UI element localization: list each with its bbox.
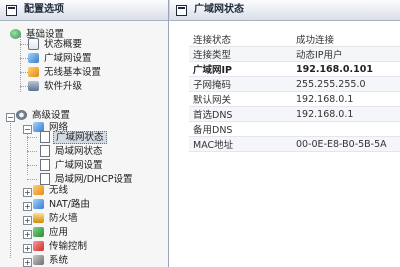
row-value [292,121,400,137]
row-key: 广域网IP [189,61,292,77]
transfer-control-icon [33,240,44,251]
expand-firewall-toggle[interactable]: + [23,216,32,225]
config-options-title: 配置选项 [24,4,64,15]
config-options-header: 配置选项 [0,0,168,21]
table-row: 首选DNS 192.168.0.1 [189,106,400,122]
system-icon [33,254,44,265]
row-key: MAC地址 [189,136,292,152]
row-value: 192.168.0.1 [292,91,400,107]
config-tree: 基础设置 状态概要 广域网设置 无线基本设置 软件升级 − 高级设置 − 网络 … [0,22,168,267]
row-key: 连接状态 [189,32,292,47]
tree-line [10,118,11,258]
window-icon [6,5,17,16]
tree-item-firmware-upgrade[interactable]: 软件升级 [28,80,84,93]
row-key: 默认网关 [189,91,292,107]
page-icon [40,172,50,185]
tree-item-wan-status[interactable]: 广域网状态 [40,130,107,144]
expand-system-toggle[interactable]: + [23,258,32,267]
row-value: 192.168.0.1 [292,106,400,122]
wan-status-table: 连接状态 成功连接 连接类型 动态IP用户 广域网IP 192.168.0.10… [189,32,400,152]
window-icon [176,5,187,16]
routing-icon [33,198,44,209]
tree-line [27,165,37,166]
tree-line [27,137,37,138]
tree-node-wireless[interactable]: 无线 [33,184,70,197]
wan-status-panel: 广域网状态 连接状态 成功连接 连接类型 动态IP用户 广域网IP 192.16… [169,0,400,267]
row-value: 192.168.0.101 [292,61,400,77]
firewall-icon [33,212,44,223]
tree-node-system[interactable]: 系统 [33,254,70,267]
row-key: 连接类型 [189,46,292,62]
wireless-icon [28,66,39,77]
tree-item-lan-status[interactable]: 局域网状态 [40,144,105,158]
page-icon [40,130,50,143]
wireless-icon [33,184,44,195]
table-row: MAC地址 00-0E-E8-B0-5B-5A [189,136,400,152]
tree-line [20,72,28,73]
table-row: 广域网IP 192.168.0.101 [189,61,400,77]
tree-item-status-summary[interactable]: 状态概要 [28,37,84,51]
tree-node-nat-routing[interactable]: NAT/路由 [33,198,92,211]
collapse-network-toggle[interactable]: − [23,125,32,134]
wan-status-header: 广域网状态 [169,0,400,21]
network-icon [28,52,39,63]
page-icon [40,158,50,171]
wan-status-title: 广域网状态 [194,4,244,15]
config-options-panel: 配置选项 基础设置 状态概要 广域网设置 无线基本设置 软件升级 − 高级设置 … [0,0,169,267]
tree-node-firewall[interactable]: 防火墙 [33,212,80,225]
row-value: 255.255.255.0 [292,76,400,92]
row-key: 子网掩码 [189,76,292,92]
row-value: 00-0E-E8-B0-5B-5A [292,136,400,152]
gear-icon [16,109,27,120]
expand-wireless-toggle[interactable]: + [23,188,32,197]
globe-icon [10,28,21,39]
table-row: 子网掩码 255.255.255.0 [189,76,400,92]
tree-line [20,44,28,45]
table-row: 连接状态 成功连接 [189,32,400,47]
table-row: 默认网关 192.168.0.1 [189,91,400,107]
tree-node-transfer-control[interactable]: 传输控制 [33,240,89,253]
upgrade-icon [28,80,39,91]
expand-applications-toggle[interactable]: + [23,230,32,239]
table-row: 备用DNS [189,121,400,137]
expand-transfer-control-toggle[interactable]: + [23,244,32,253]
tree-line [27,179,37,180]
expand-nat-routing-toggle[interactable]: + [23,202,32,211]
tree-line [27,129,28,175]
row-key: 备用DNS [189,121,292,137]
collapse-advanced-toggle[interactable]: − [6,113,15,122]
tree-line [27,151,37,152]
row-value: 动态IP用户 [292,46,400,62]
tree-item-wan-setup[interactable]: 广域网设置 [40,158,105,172]
table-row: 连接类型 动态IP用户 [189,46,400,62]
tree-node-applications[interactable]: 应用 [33,226,70,239]
tree-item-wireless-basic[interactable]: 无线基本设置 [28,66,103,79]
tree-line [20,86,28,87]
tree-line [20,58,28,59]
application-icon [33,226,44,237]
page-icon [40,144,50,157]
tree-item-wan-settings[interactable]: 广域网设置 [28,52,94,65]
document-icon [28,37,39,50]
row-value: 成功连接 [292,32,400,47]
row-key: 首选DNS [189,106,292,122]
